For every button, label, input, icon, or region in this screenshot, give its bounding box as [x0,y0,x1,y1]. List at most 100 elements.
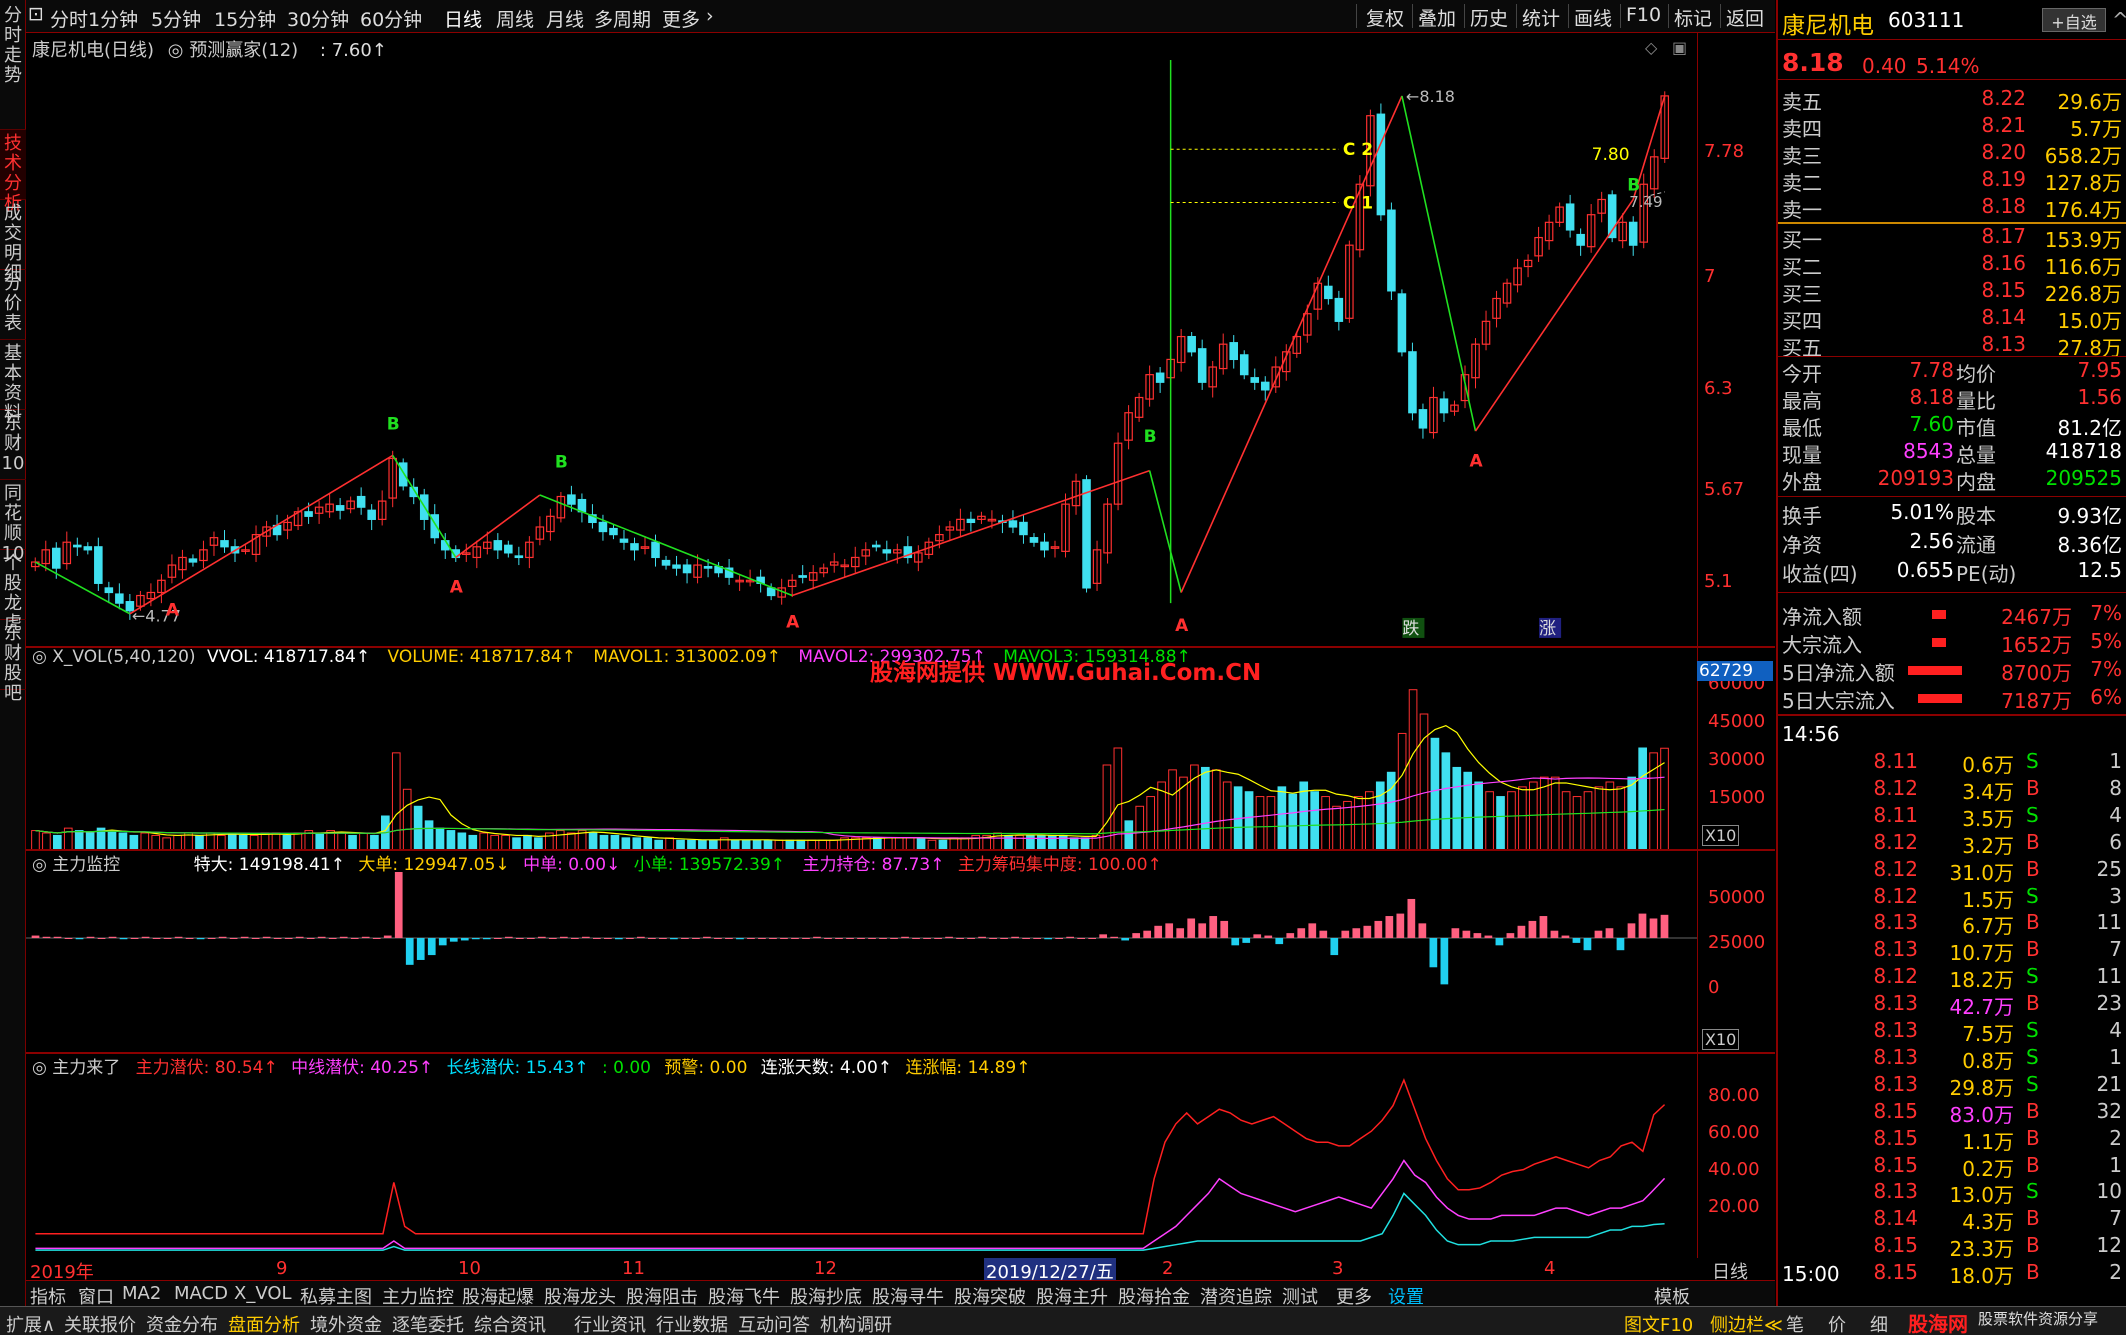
period-tab-1m[interactable]: 1分钟 [88,5,138,32]
order-row[interactable]: 卖五 8.22 29.6万 [1778,86,2126,114]
period-tab-multi[interactable]: 多周期 [594,5,651,32]
side-tab-4[interactable]: 基本资料 [0,340,26,424]
volume-bar [1616,786,1626,850]
stat-label2: 内盘 [1956,470,1996,494]
tick-view-tab[interactable]: 笔 [1786,1311,1804,1335]
fuquan-button[interactable]: 复权 [1366,4,1404,31]
zigzag-line [392,454,457,558]
order-row[interactable]: 卖二 8.19 127.8万 [1778,167,2126,195]
footer-tab-3[interactable]: 盘面分析 [228,1311,300,1335]
order-row[interactable]: 买一 8.17 153.9万 [1778,224,2126,252]
detail-view-tab[interactable]: 细 [1870,1311,1888,1335]
period-tab-60m[interactable]: 60分钟 [360,5,422,32]
mainforce-bar [1187,918,1196,938]
back-button[interactable]: 返回 [1726,4,1764,31]
flow-row: 5日大宗流入 7187万 6% [1778,685,2126,713]
menu-toggle-icon[interactable]: ⊡ [28,3,44,25]
mainforce-bar [1594,930,1603,938]
mainforce-bar [570,938,579,939]
candle-body [398,462,408,487]
sidebar-toggle[interactable]: 侧边栏≪ [1710,1311,1783,1335]
period-tab-day[interactable]: 日线 [444,5,482,32]
flow-bar [1932,638,1946,647]
volume-bar [402,788,412,850]
side-tab-2[interactable]: 成交明细 [0,200,26,284]
volume-bar [118,832,128,850]
candle-body [703,565,713,569]
period-tab-month[interactable]: 月线 [546,5,584,32]
zigzag-line [1180,95,1403,593]
side-tab-6[interactable]: 同花顺10 [0,480,26,564]
footer-tab-8[interactable]: 行业数据 [656,1311,728,1335]
f10-button[interactable]: F10 [1626,4,1661,26]
order-row[interactable]: 卖四 8.21 5.7万 [1778,113,2126,141]
candle-body [682,564,692,574]
side-tab-1[interactable]: 技术分析 [0,130,26,214]
order-row[interactable]: 买四 8.14 15.0万 [1778,305,2126,333]
order-row[interactable]: 卖一 8.18 176.4万 [1778,194,2126,222]
mainforce-bar [1231,938,1240,946]
period-tab-minute[interactable]: 分时 [50,5,88,32]
order-row[interactable]: 买三 8.15 226.8万 [1778,278,2126,306]
mainforce-tick: 0 [1708,977,1720,998]
mainforce-bar [1088,938,1096,939]
diamond-icon[interactable]: ◇ [1645,38,1657,57]
price-view-tab[interactable]: 价 [1828,1311,1846,1335]
volume-bar [501,834,510,850]
side-tab-8[interactable]: 东财股吧 [0,620,26,704]
indicator-tab-2[interactable]: MA2 [122,1283,161,1304]
footer-tab-10[interactable]: 机构调研 [820,1311,892,1335]
zll-chart[interactable] [26,1075,1697,1258]
candle-body [1250,377,1260,383]
volume-chart[interactable] [26,672,1697,850]
indicator-tab-4[interactable]: X_VOL [234,1283,292,1304]
footer-tab-9[interactable]: 互动问答 [738,1311,810,1335]
order-row[interactable]: 买五 8.13 27.8万 [1778,332,2126,360]
indicator-tab-3[interactable]: MACD [174,1283,228,1304]
period-tab-week[interactable]: 周线 [496,5,534,32]
indicator-toggle-icon[interactable]: ◎ [168,40,184,61]
footer-tab-1[interactable]: 关联报价 [64,1311,136,1335]
side-tab-7[interactable]: 个股龙虎 [0,550,26,634]
footer-tab-4[interactable]: 境外资金 [310,1311,382,1335]
period-tab-5m[interactable]: 5分钟 [151,5,201,32]
footer-tab-0[interactable]: 扩展∧ [6,1311,55,1335]
side-tab-3[interactable]: 分价表 [0,270,26,340]
volume-bar [1397,732,1407,850]
mark-button[interactable]: 标记 [1674,4,1712,31]
draw-button[interactable]: 画线 [1574,4,1612,31]
mainforce-bar [637,936,645,938]
add-watchlist-button[interactable]: +自选 [2042,8,2106,32]
order-row[interactable]: 卖三 8.20 658.2万 [1778,140,2126,168]
footer-tab-5[interactable]: 逐笔委托 [392,1311,464,1335]
chevron-down-icon[interactable]: › [706,5,714,27]
footer-tab-7[interactable]: 行业资讯 [574,1311,646,1335]
mainforce-bar [956,938,964,939]
footer-tab-6[interactable]: 综合资讯 [474,1311,546,1335]
mainforce-chart[interactable] [26,872,1697,1052]
overlay-button[interactable]: 叠加 [1418,4,1456,31]
footer-tab-2[interactable]: 资金分布 [146,1311,218,1335]
period-tab-15m[interactable]: 15分钟 [214,5,276,32]
mainforce-bar [769,938,777,939]
zigzag-line [539,494,793,597]
tick-side: B [2026,1206,2040,1231]
volume-bar [370,834,379,850]
window-icon[interactable]: ▣ [1672,38,1687,57]
f10-tab[interactable]: 图文F10 [1624,1311,1693,1335]
vol-toggle-icon[interactable]: ◎ [32,647,47,667]
side-tab-0[interactable]: 分时走势 [0,2,26,130]
mainforce-bar [1033,938,1041,939]
stats-button[interactable]: 统计 [1522,4,1560,31]
period-tab-more[interactable]: 更多 [662,5,700,32]
order-row[interactable]: 买二 8.16 116.6万 [1778,251,2126,279]
candle-body [367,509,376,520]
period-tab-30m[interactable]: 30分钟 [287,5,349,32]
mainforce-bar [592,938,601,939]
candlestick-chart[interactable]: C 2C 1←8.18←4.777.807.49AAA AABBBB跌涨 [26,60,1697,646]
volume-bar [1561,791,1571,850]
side-tab-5[interactable]: 东财10 [0,410,26,480]
history-button[interactable]: 历史 [1470,4,1508,31]
scroll-up-icon[interactable]: ^ [2112,8,2126,32]
mainforce-bar [482,938,491,940]
